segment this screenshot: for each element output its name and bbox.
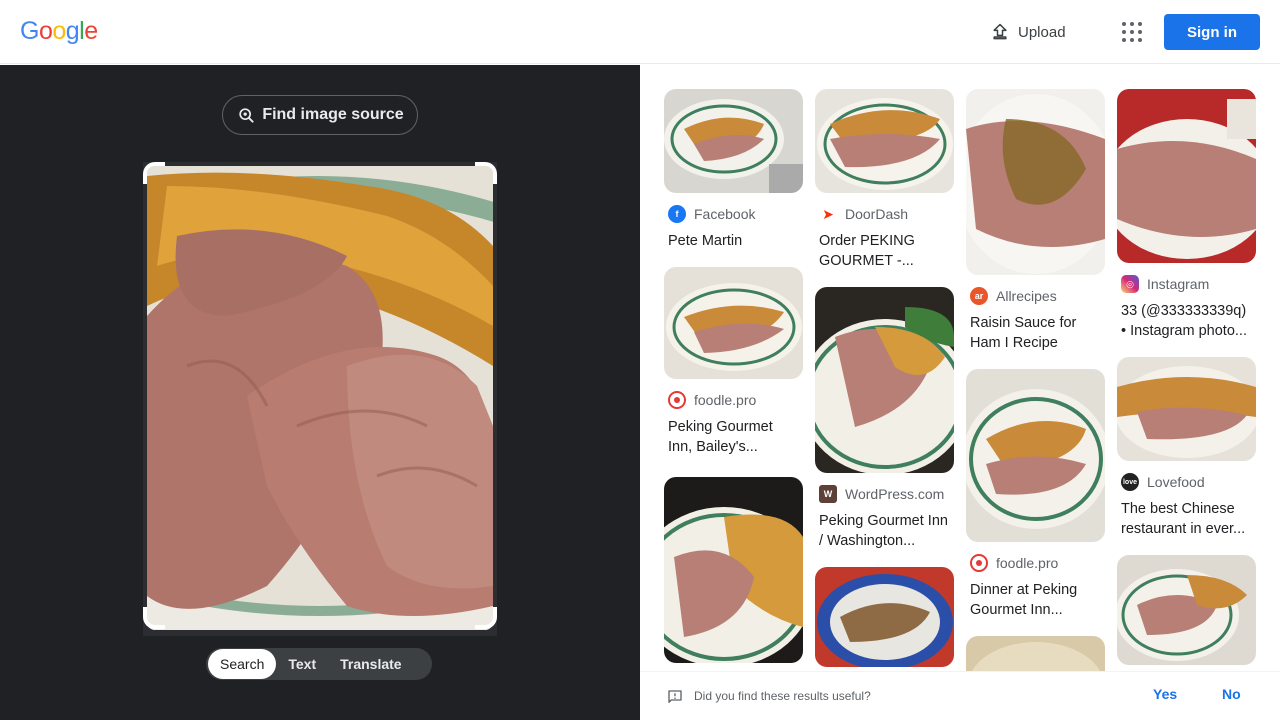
facebook-icon: f (668, 205, 686, 223)
result-title[interactable]: Peking Gourmet Inn / Washington... (819, 511, 950, 551)
feedback-bar: Did you find these results useful? Yes N… (640, 671, 1280, 720)
result-thumbnail[interactable] (1117, 357, 1256, 461)
logo-letter-g2: g (65, 17, 80, 45)
result-thumbnail[interactable] (664, 89, 803, 193)
lens-search-icon (239, 108, 254, 123)
result-title[interactable]: Raisin Sauce for Ham I Recipe (970, 313, 1101, 353)
google-logo[interactable]: Google (20, 17, 98, 46)
result-card[interactable]: ◎ Instagram 33 (@333333339q) • Instagram… (1117, 89, 1256, 341)
results-column-4: ◎ Instagram 33 (@333333339q) • Instagram… (1117, 89, 1256, 671)
result-thumbnail[interactable] (815, 89, 954, 193)
result-card[interactable]: foodle.pro Dinner at Peking Gourmet Inn.… (966, 369, 1105, 620)
result-thumbnail[interactable] (664, 267, 803, 379)
crop-handle-bottom-left[interactable] (143, 607, 165, 629)
query-image-frame (143, 162, 497, 636)
visual-matches-grid: f Facebook Pete Martin foodle.pro Peking… (640, 65, 1280, 671)
query-image[interactable] (147, 166, 493, 630)
result-source: foodle.pro (970, 554, 1101, 572)
result-source: ar Allrecipes (970, 287, 1101, 305)
feedback-yes-button[interactable]: Yes (1153, 686, 1177, 702)
upload-button[interactable]: Upload (990, 18, 1066, 46)
source-name: foodle.pro (996, 555, 1059, 571)
results-column-2: ➤ DoorDash Order PEKING GOURMET -... W W… (815, 89, 954, 671)
logo-letter-g: G (20, 17, 39, 45)
upload-label: Upload (1018, 23, 1066, 41)
wordpress-icon: W (819, 485, 837, 503)
result-thumbnail[interactable] (815, 567, 954, 667)
logo-letter-o2: o (52, 17, 66, 45)
result-thumbnail[interactable] (966, 636, 1105, 671)
result-thumbnail[interactable] (1117, 555, 1256, 665)
result-card[interactable]: W WordPress.com Peking Gourmet Inn / Was… (815, 287, 954, 551)
lens-mode-tabs: Search Text Translate (206, 648, 432, 680)
feedback-icon (668, 690, 682, 703)
result-card[interactable]: love Lovefood The best Chinese restauran… (1117, 357, 1256, 539)
find-image-source-button[interactable]: Find image source (222, 95, 418, 135)
result-card[interactable] (815, 567, 954, 667)
result-source: ➤ DoorDash (819, 205, 950, 223)
feedback-no-button[interactable]: No (1222, 686, 1241, 702)
query-image-panel: Find image source Search Text Translate (0, 65, 640, 720)
feedback-question: Did you find these results useful? (694, 689, 871, 703)
result-card[interactable]: ar Allrecipes Raisin Sauce for Ham I Rec… (966, 89, 1105, 353)
tab-translate[interactable]: Translate (328, 649, 413, 679)
results-column-3: ar Allrecipes Raisin Sauce for Ham I Rec… (966, 89, 1105, 671)
find-image-source-label: Find image source (262, 106, 404, 123)
sign-in-button[interactable]: Sign in (1164, 14, 1260, 50)
result-card[interactable]: foodle.pro Peking Gourmet Inn, Bailey's.… (664, 267, 803, 457)
result-source: f Facebook (668, 205, 799, 223)
result-source: love Lovefood (1121, 473, 1252, 491)
result-card[interactable] (966, 636, 1105, 671)
tab-text[interactable]: Text (276, 649, 328, 679)
source-name: WordPress.com (845, 486, 945, 502)
instagram-icon: ◎ (1121, 275, 1139, 293)
logo-letter-e: e (84, 17, 98, 45)
result-source: W WordPress.com (819, 485, 950, 503)
tab-search[interactable]: Search (208, 649, 277, 679)
source-name: Instagram (1147, 276, 1210, 292)
result-source: ◎ Instagram (1121, 275, 1252, 293)
result-card[interactable]: ➤ DoorDash Order PEKING GOURMET -... (815, 89, 954, 271)
result-title[interactable]: Dinner at Peking Gourmet Inn... (970, 580, 1101, 620)
result-thumbnail[interactable] (815, 287, 954, 473)
result-title[interactable]: Pete Martin (668, 231, 799, 251)
top-header: Google Upload Sign in (0, 0, 1280, 64)
foodle-icon (668, 391, 686, 409)
result-thumbnail[interactable] (966, 89, 1105, 275)
result-title[interactable]: Peking Gourmet Inn, Bailey's... (668, 417, 799, 457)
result-title[interactable]: Order PEKING GOURMET -... (819, 231, 950, 271)
source-name: Lovefood (1147, 474, 1205, 490)
upload-icon (993, 23, 1007, 40)
doordash-icon: ➤ (819, 205, 837, 223)
result-thumbnail[interactable] (966, 369, 1105, 542)
peking-duck-plate-image (147, 166, 493, 630)
lovefood-icon: love (1121, 473, 1139, 491)
crop-handle-top-left[interactable] (143, 162, 165, 184)
allrecipes-icon: ar (970, 287, 988, 305)
logo-letter-o1: o (38, 17, 53, 45)
result-title[interactable]: 33 (@333333339q) • Instagram photo... (1121, 301, 1252, 341)
result-card[interactable] (664, 477, 803, 663)
result-source: foodle.pro (668, 391, 799, 409)
source-name: Allrecipes (996, 288, 1057, 304)
apps-grid-icon[interactable] (1120, 20, 1144, 44)
result-thumbnail[interactable] (664, 477, 803, 663)
result-card[interactable]: f Facebook Pete Martin (664, 89, 803, 251)
result-title[interactable]: The best Chinese restaurant in ever... (1121, 499, 1252, 539)
results-column-1: f Facebook Pete Martin foodle.pro Peking… (664, 89, 803, 671)
crop-handle-top-right[interactable] (475, 162, 497, 184)
source-name: foodle.pro (694, 392, 757, 408)
foodle-icon (970, 554, 988, 572)
result-card[interactable] (1117, 555, 1256, 665)
result-thumbnail[interactable] (1117, 89, 1256, 263)
source-name: Facebook (694, 206, 756, 222)
source-name: DoorDash (845, 206, 909, 222)
